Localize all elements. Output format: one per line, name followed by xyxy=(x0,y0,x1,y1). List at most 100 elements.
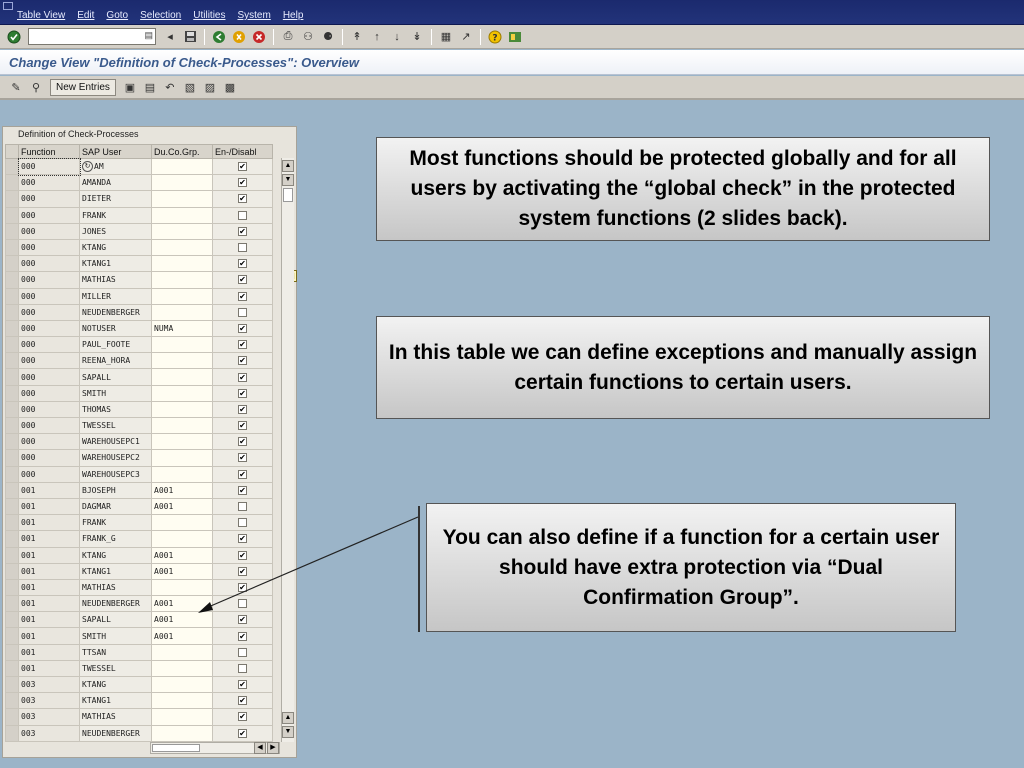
cell-sap-user[interactable]: KTANG1 xyxy=(79,692,152,710)
cell-dual-confirmation-group[interactable] xyxy=(151,692,213,710)
row-selector[interactable] xyxy=(5,319,19,338)
cell-dual-confirmation-group[interactable]: A001 xyxy=(151,497,213,516)
row-selector[interactable] xyxy=(5,352,19,370)
system-menu-icon[interactable] xyxy=(3,2,13,10)
cell-function[interactable]: 000 xyxy=(18,238,80,257)
cell-sap-user[interactable]: REENA_HORA xyxy=(79,352,152,370)
row-selector[interactable] xyxy=(5,530,19,548)
cell-dual-confirmation-group[interactable] xyxy=(151,433,213,451)
cell-function[interactable]: 001 xyxy=(18,627,80,645)
save-icon[interactable] xyxy=(182,29,198,45)
select-column-header[interactable] xyxy=(5,144,19,159)
delete-icon[interactable]: ▤ xyxy=(142,79,158,95)
row-selector[interactable] xyxy=(5,659,19,678)
cell-sap-user[interactable]: TTSAN xyxy=(79,643,152,661)
enable-checkbox[interactable]: ✔ xyxy=(238,340,247,350)
row-selector[interactable] xyxy=(5,724,19,742)
cell-dual-confirmation-group[interactable]: A001 xyxy=(151,546,213,564)
print-icon[interactable]: ⎙ xyxy=(280,29,296,45)
cell-dual-confirmation-group[interactable] xyxy=(151,416,213,435)
cell-sap-user[interactable]: FRANK_G xyxy=(79,530,152,548)
enable-checkbox[interactable]: ✔ xyxy=(238,388,247,398)
cell-sap-user[interactable]: BJOSEPH xyxy=(79,481,152,499)
enable-checkbox[interactable]: ✔ xyxy=(238,631,247,641)
menu-utilities[interactable]: Utilities xyxy=(193,10,225,21)
cell-sap-user[interactable]: KTANG1 xyxy=(79,255,152,273)
select-block-icon[interactable]: ▨ xyxy=(202,79,218,95)
cell-dual-confirmation-group[interactable] xyxy=(151,578,213,597)
enable-checkbox[interactable]: ✔ xyxy=(238,178,247,188)
cell-dual-confirmation-group[interactable] xyxy=(151,659,213,678)
cell-dual-confirmation-group[interactable] xyxy=(151,174,213,192)
enable-checkbox[interactable] xyxy=(238,518,247,528)
row-selector[interactable] xyxy=(5,238,19,257)
cell-dual-confirmation-group[interactable]: A001 xyxy=(151,562,213,580)
cell-dual-confirmation-group[interactable] xyxy=(151,287,213,305)
enable-checkbox[interactable]: ✔ xyxy=(238,291,247,301)
new-entries-button[interactable]: New Entries xyxy=(50,78,116,96)
row-selector[interactable] xyxy=(5,481,19,499)
cell-function[interactable]: 000 xyxy=(18,190,80,208)
cell-sap-user[interactable]: NOTUSER xyxy=(79,319,152,338)
enable-checkbox[interactable]: ✔ xyxy=(238,582,247,592)
cell-function[interactable]: 003 xyxy=(18,708,80,726)
row-selector[interactable] xyxy=(5,400,19,419)
cell-dual-confirmation-group[interactable] xyxy=(151,530,213,548)
enable-checkbox[interactable] xyxy=(238,243,247,253)
enable-checkbox[interactable]: ✔ xyxy=(238,550,247,560)
cancel-icon[interactable] xyxy=(251,29,267,45)
cell-function[interactable]: 001 xyxy=(18,643,80,661)
cell-sap-user[interactable]: SAPALL xyxy=(79,611,152,629)
column-header-enable-disable[interactable]: En-/Disabl xyxy=(212,144,273,159)
cell-dual-confirmation-group[interactable] xyxy=(151,336,213,354)
cell-dual-confirmation-group[interactable] xyxy=(151,271,213,289)
previous-page-icon[interactable]: ↑ xyxy=(369,29,385,45)
cell-sap-user[interactable]: MATHIAS xyxy=(79,271,152,289)
cell-function[interactable]: 001 xyxy=(18,497,80,516)
cell-function[interactable]: 000 xyxy=(18,352,80,370)
enable-checkbox[interactable] xyxy=(238,307,247,317)
horizontal-scroll-thumb[interactable] xyxy=(152,744,200,752)
row-selector[interactable] xyxy=(5,546,19,564)
enable-checkbox[interactable]: ✔ xyxy=(238,259,247,269)
row-selector[interactable] xyxy=(5,514,19,532)
row-selector[interactable] xyxy=(5,465,19,483)
cell-sap-user[interactable]: KTANG xyxy=(79,238,152,257)
cell-function[interactable]: 000 xyxy=(18,384,80,402)
row-selector[interactable] xyxy=(5,449,19,467)
row-selector[interactable] xyxy=(5,611,19,629)
cell-function[interactable]: 001 xyxy=(18,514,80,532)
horizontal-scrollbar[interactable]: ◀ ▶ xyxy=(150,742,280,754)
cell-function[interactable]: 000 xyxy=(18,416,80,435)
cell-function[interactable]: 000 xyxy=(18,368,80,386)
cell-function[interactable]: 001 xyxy=(18,578,80,597)
cell-sap-user[interactable]: WAREHOUSEPC1 xyxy=(79,433,152,451)
menu-system[interactable]: System xyxy=(237,10,270,21)
enable-checkbox[interactable]: ✔ xyxy=(238,323,247,333)
menu-goto[interactable]: Goto xyxy=(106,10,128,21)
menu-selection[interactable]: Selection xyxy=(140,10,181,21)
row-selector[interactable] xyxy=(5,271,19,289)
deselect-all-icon[interactable]: ▩ xyxy=(222,79,238,95)
cell-dual-confirmation-group[interactable] xyxy=(151,303,213,321)
row-selector[interactable] xyxy=(5,384,19,402)
row-selector[interactable] xyxy=(5,222,19,240)
cell-dual-confirmation-group[interactable] xyxy=(151,222,213,240)
cell-function[interactable]: 000 xyxy=(18,206,80,224)
column-header-function[interactable]: Function xyxy=(18,144,80,159)
scroll-page-up-arrow-icon[interactable]: ▲ xyxy=(282,712,294,724)
cell-sap-user[interactable]: NEUDENBERGER xyxy=(79,303,152,321)
cell-function[interactable]: 001 xyxy=(18,481,80,499)
enable-checkbox[interactable] xyxy=(238,647,247,657)
back-nav-icon[interactable] xyxy=(211,29,227,45)
find-next-icon[interactable]: ⚈ xyxy=(320,29,336,45)
vertical-scrollbar[interactable]: ▲ ▼ ▲ ▼ xyxy=(281,158,294,742)
cell-sap-user[interactable]: AMANDA xyxy=(79,174,152,192)
cell-dual-confirmation-group[interactable] xyxy=(151,190,213,208)
cell-dual-confirmation-group[interactable] xyxy=(151,206,213,224)
enter-icon[interactable] xyxy=(6,29,22,45)
find-icon[interactable]: ⚇ xyxy=(300,29,316,45)
scroll-up-arrow-icon[interactable]: ▲ xyxy=(282,160,294,172)
row-selector[interactable] xyxy=(5,708,19,726)
cell-sap-user[interactable]: MATHIAS xyxy=(79,578,152,597)
